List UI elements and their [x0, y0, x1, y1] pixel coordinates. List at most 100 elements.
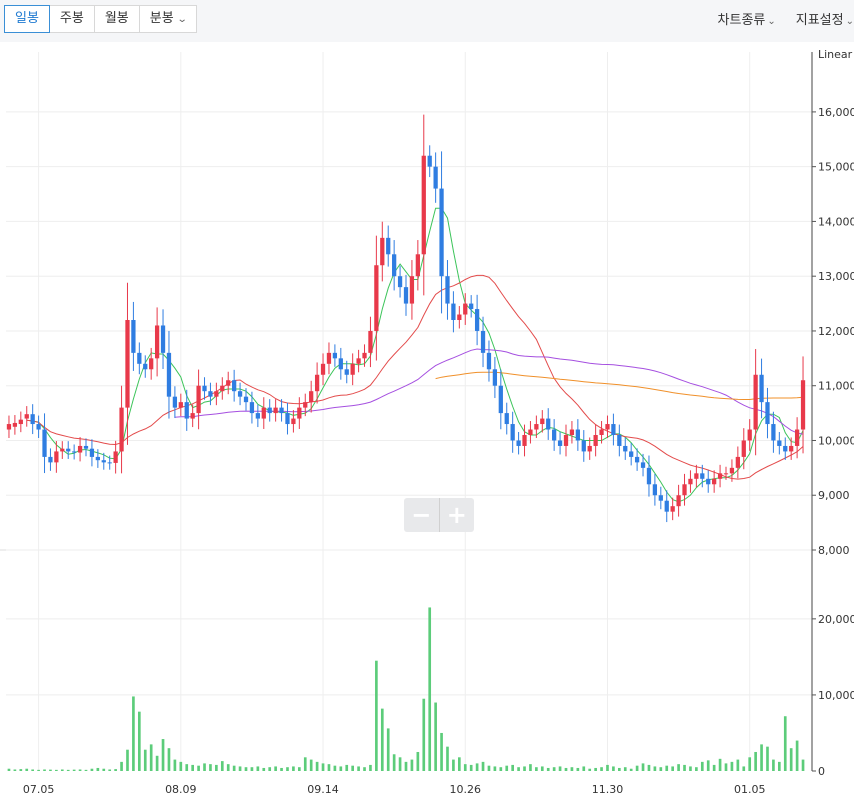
period-tabs: 일봉 주봉 월봉 분봉 ⌄	[4, 5, 198, 33]
tab-weekly[interactable]: 주봉	[49, 5, 95, 33]
candle-body	[368, 330, 373, 353]
candle-body	[581, 440, 586, 452]
volume-bar	[268, 767, 272, 771]
volume-bar	[392, 754, 396, 771]
candle-body	[557, 440, 563, 446]
volume-bar	[191, 764, 194, 771]
candle-body	[273, 407, 278, 414]
volume-bar	[677, 764, 680, 771]
volume-bar	[517, 767, 520, 771]
candle-body	[735, 456, 740, 468]
volume-bar	[90, 768, 94, 771]
volume-bar	[114, 769, 117, 771]
indicator-menu[interactable]: 지표설정 ⌄	[796, 9, 854, 28]
candle-body	[492, 369, 498, 386]
ma-line-ma20	[26, 274, 804, 480]
volume-bar	[37, 769, 40, 771]
candle-body	[255, 413, 260, 419]
volume-bar	[138, 711, 141, 771]
chart-toolbar: 일봉 주봉 월봉 분봉 ⌄ 차트종류 ⌄ 지표설정 ⌄	[0, 0, 854, 42]
volume-bar	[428, 607, 432, 771]
volume-bar	[683, 764, 686, 771]
volume-bar	[203, 763, 206, 771]
volume-bar	[339, 766, 343, 771]
volume-bar	[712, 764, 716, 771]
candle-body	[540, 418, 545, 425]
volume-bar	[463, 764, 467, 771]
candle-body	[60, 448, 65, 452]
candle-body	[682, 484, 687, 496]
candle-body	[6, 424, 12, 430]
zoom-in-button[interactable]: +	[440, 498, 475, 532]
candle-body	[694, 473, 699, 479]
candle-body	[706, 478, 711, 485]
candle-body	[320, 363, 326, 375]
chart-options: 차트종류 ⌄ 지표설정 ⌄	[718, 9, 854, 28]
volume-bar	[60, 769, 64, 771]
volume-bar	[706, 760, 710, 771]
volume-bar	[540, 766, 544, 771]
candle-body	[634, 456, 640, 463]
volume-bar	[13, 769, 17, 771]
candle-body	[125, 320, 130, 408]
volume-bar	[766, 746, 769, 771]
volume-bar	[612, 766, 615, 771]
chart-type-menu[interactable]: 차트종류 ⌄	[718, 9, 776, 28]
volume-bar	[629, 768, 633, 771]
candle-body	[421, 155, 426, 255]
price-tick-label: 13,000	[818, 270, 854, 283]
volume-bar	[256, 766, 260, 771]
candle-body	[439, 188, 444, 277]
volume-bar	[66, 769, 70, 771]
candle-body	[611, 424, 616, 435]
volume-bar	[404, 761, 408, 771]
candle-body	[362, 352, 367, 359]
volume-bar	[351, 765, 354, 771]
candle-body	[765, 402, 770, 425]
candle-body	[214, 391, 219, 397]
candle-body	[498, 385, 503, 414]
candle-body	[403, 287, 409, 304]
candle-body	[386, 237, 391, 255]
volume-bar	[357, 766, 360, 771]
volume-bar	[588, 768, 592, 771]
candle-body	[777, 440, 782, 446]
volume-bar	[416, 751, 420, 771]
volume-bar	[209, 764, 212, 771]
tab-daily[interactable]: 일봉	[4, 5, 50, 33]
candle-body	[563, 435, 569, 446]
volume-bar	[333, 765, 337, 771]
price-tick-label: 15,000	[818, 161, 854, 174]
volume-bar	[523, 766, 526, 771]
volume-bar	[760, 744, 763, 771]
candle-body	[569, 429, 575, 435]
volume-bar	[292, 766, 295, 771]
candle-body	[160, 325, 166, 353]
candle-body	[303, 402, 308, 408]
candle-body	[137, 352, 142, 364]
volume-bar	[309, 759, 313, 771]
volume-bar	[315, 761, 319, 771]
volume-bar	[132, 696, 135, 771]
volume-bar	[576, 767, 580, 771]
volume-bar	[558, 766, 562, 771]
tab-monthly[interactable]: 월봉	[94, 5, 140, 33]
candle-body	[688, 478, 693, 485]
volume-bar	[641, 763, 645, 771]
volume-bar	[327, 764, 331, 771]
zoom-out-button[interactable]: −	[404, 498, 440, 532]
candle-body	[729, 467, 735, 474]
candle-body	[753, 374, 758, 430]
stock-chart[interactable]: 8,000 9,000 10,000 11,000 12,000 13,000 14,000…	[0, 42, 854, 806]
volume-bar	[653, 766, 657, 771]
tab-minute[interactable]: 분봉 ⌄	[139, 5, 198, 33]
candle-body	[279, 407, 284, 414]
volume-bar	[552, 767, 556, 771]
price-tick-label: 9,000	[818, 489, 850, 502]
candle-body	[486, 352, 492, 370]
candle-body	[131, 320, 136, 353]
candle-body	[326, 352, 332, 364]
volume-bar	[167, 748, 171, 771]
candle-body	[154, 325, 160, 359]
price-tick-label: 11,000	[818, 380, 854, 393]
